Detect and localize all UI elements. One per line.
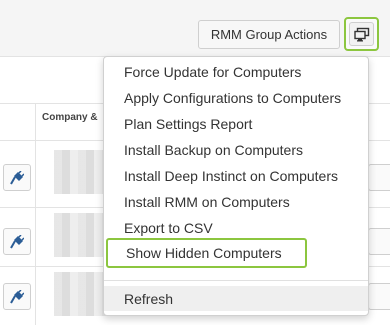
row-right-button[interactable] bbox=[368, 164, 390, 191]
plug-icon bbox=[10, 234, 24, 248]
row-action-button[interactable] bbox=[3, 164, 31, 191]
redacted-company-name bbox=[54, 213, 106, 257]
row-right-button[interactable] bbox=[368, 228, 390, 255]
row-right-button[interactable] bbox=[368, 283, 390, 310]
rmm-group-actions-button[interactable]: RMM Group Actions bbox=[198, 20, 340, 49]
rmm-group-actions-label: RMM Group Actions bbox=[210, 27, 328, 42]
menu-item-install-deep-instinct[interactable]: Install Deep Instinct on Computers bbox=[104, 163, 368, 189]
redacted-company-name bbox=[54, 150, 106, 194]
menu-item-apply-configurations[interactable]: Apply Configurations to Computers bbox=[104, 85, 368, 111]
menu-item-install-rmm[interactable]: Install RMM on Computers bbox=[104, 189, 368, 215]
plug-icon bbox=[10, 289, 24, 303]
menu-divider bbox=[104, 280, 368, 281]
actions-dropdown-menu: Force Update for Computers Apply Configu… bbox=[103, 56, 369, 316]
menu-item-plan-settings-report[interactable]: Plan Settings Report bbox=[104, 111, 368, 137]
actions-menu-toggle-button[interactable] bbox=[344, 17, 379, 51]
menu-item-install-backup[interactable]: Install Backup on Computers bbox=[104, 137, 368, 163]
redacted-company-name bbox=[54, 272, 106, 316]
column-divider bbox=[35, 104, 36, 325]
menu-item-refresh[interactable]: Refresh bbox=[104, 286, 368, 311]
plug-icon bbox=[10, 170, 24, 184]
monitor-settings-icon bbox=[349, 22, 374, 46]
toolbar: RMM Group Actions bbox=[0, 0, 390, 57]
row-action-button[interactable] bbox=[3, 228, 31, 255]
column-header-company[interactable]: Company & bbox=[42, 112, 98, 123]
row-action-button[interactable] bbox=[3, 283, 31, 310]
menu-item-force-update[interactable]: Force Update for Computers bbox=[104, 59, 368, 85]
menu-item-show-hidden-computers[interactable]: Show Hidden Computers bbox=[106, 238, 307, 268]
